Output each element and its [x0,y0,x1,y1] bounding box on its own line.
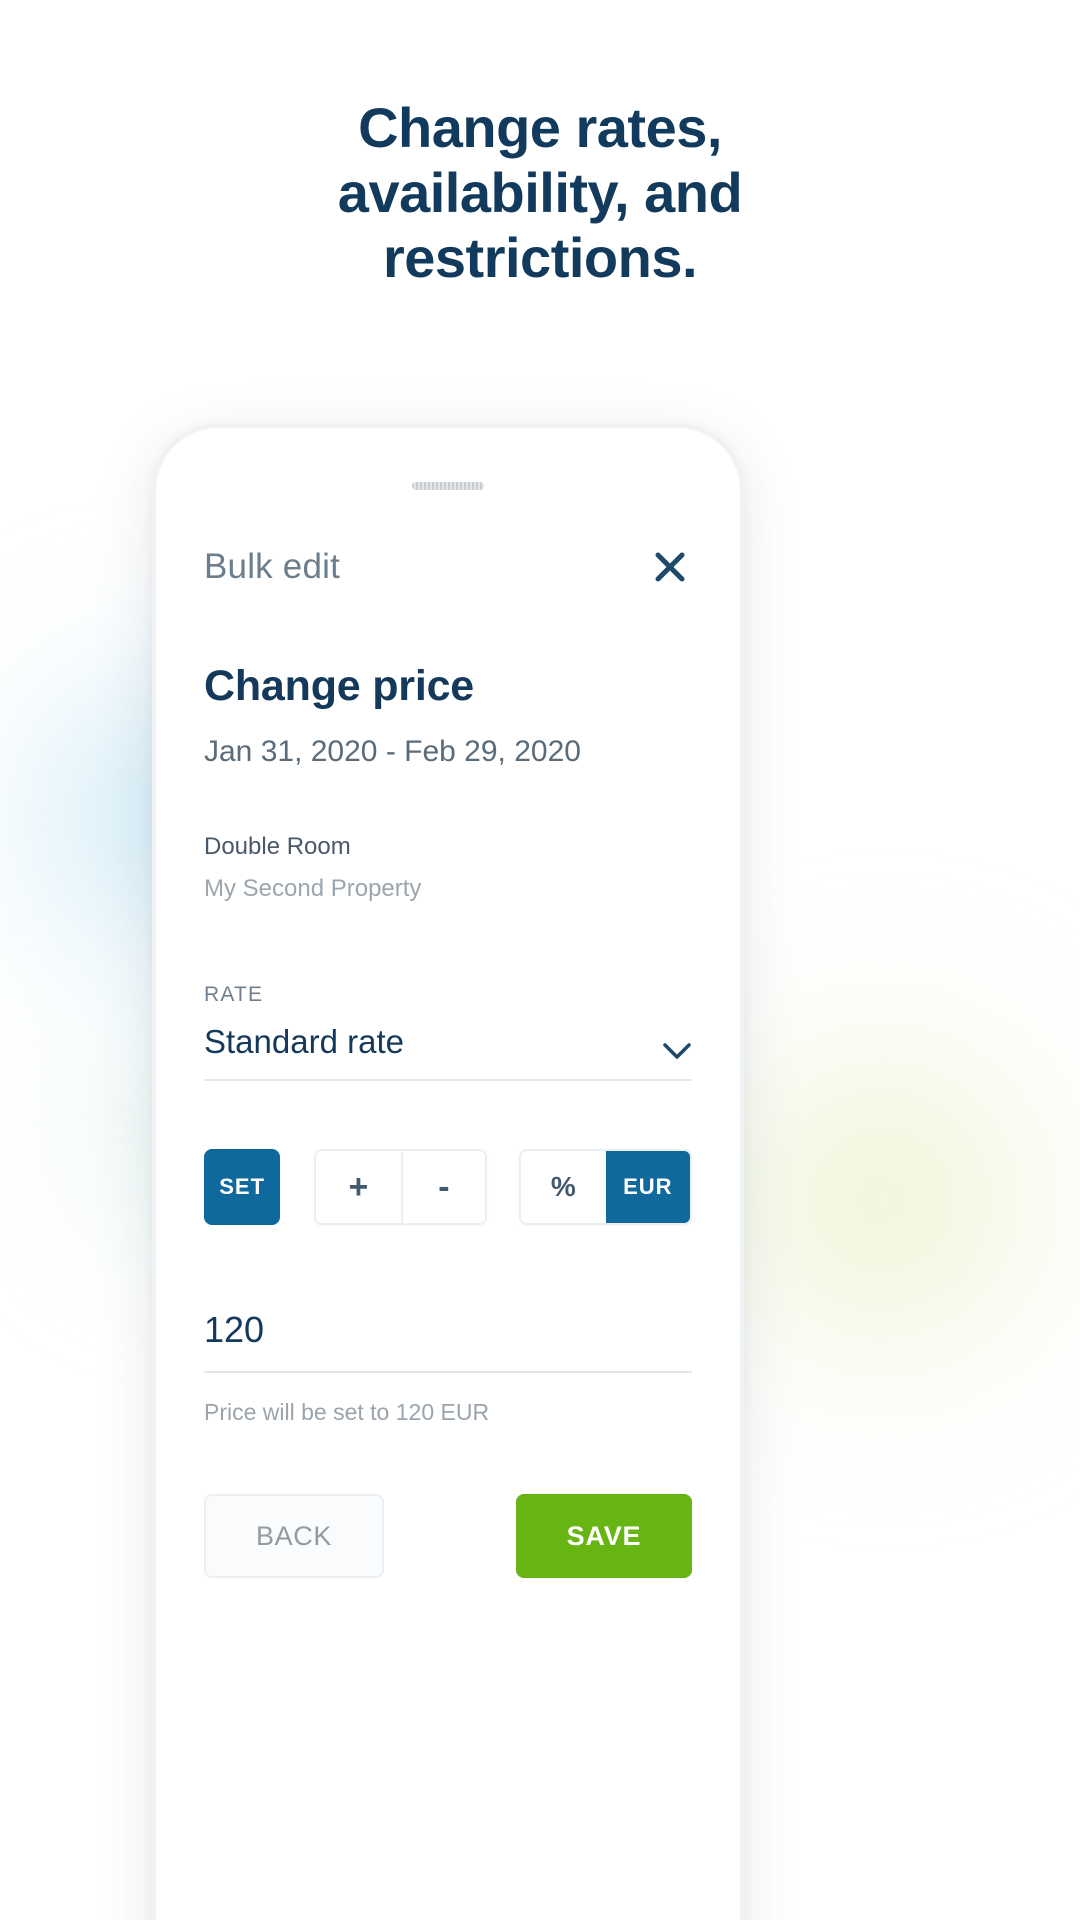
headline-line-3: restrictions. [382,225,698,289]
close-icon [653,550,687,584]
chevron-down-icon [662,1041,692,1061]
minus-button[interactable]: - [400,1151,486,1223]
phone-side-button-volume-up [152,672,155,756]
screen-subtitle: Bulk edit [204,547,341,586]
background-blob-green [700,980,1080,1420]
page-headline: Change rates, availability, and restrict… [0,96,1080,291]
phone-screen: Bulk edit Change price Jan 31, 2020 - Fe… [156,428,740,1920]
screen-topbar: Bulk edit [204,540,692,594]
headline-line-2: availability, and [337,160,743,224]
phone-mockup: Bulk edit Change price Jan 31, 2020 - Fe… [152,424,744,1920]
set-button[interactable]: SET [204,1149,281,1225]
increment-decrement-group: + - [314,1149,488,1225]
rate-select[interactable]: Standard rate [204,1023,692,1081]
back-button[interactable]: BACK [204,1494,384,1578]
rate-field-label: RATE [204,983,264,1006]
headline-line-1: Change rates, [358,96,722,159]
date-range: Jan 31, 2020 - Feb 29, 2020 [204,735,581,768]
save-button[interactable]: SAVE [516,1494,692,1578]
operation-button-row: SET + - % EUR [204,1149,693,1225]
bulk-edit-screen: Bulk edit Change price Jan 31, 2020 - Fe… [156,428,740,1920]
page-title: Change price [204,662,475,710]
room-name: Double Room [204,833,351,860]
price-input[interactable]: 120 [204,1309,692,1373]
phone-side-button-silent [152,596,155,646]
plus-button[interactable]: + [316,1151,401,1223]
currency-button[interactable]: EUR [605,1151,691,1223]
phone-side-button-power [741,700,744,830]
close-button[interactable] [648,545,692,589]
unit-toggle-group: % EUR [519,1149,693,1225]
property-name: My Second Property [204,875,422,902]
rate-select-value: Standard rate [204,1023,404,1060]
percent-button[interactable]: % [521,1151,606,1223]
price-helper-text: Price will be set to 120 EUR [204,1399,490,1425]
footer-actions: BACK SAVE [204,1494,692,1578]
phone-side-button-volume-down [152,778,155,862]
